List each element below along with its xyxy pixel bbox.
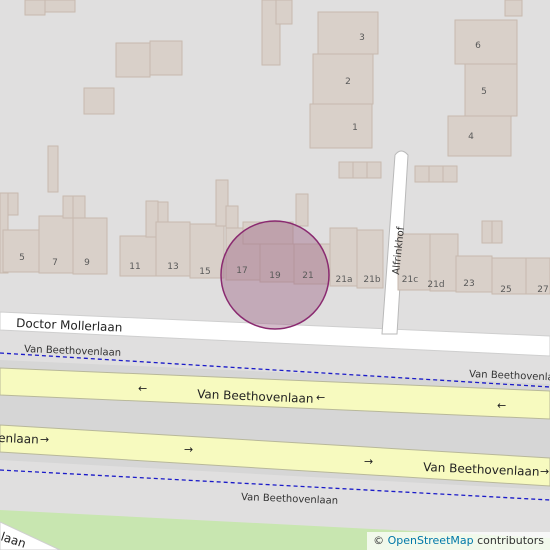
- house-number: 7: [52, 258, 58, 268]
- house-number: 21c: [402, 275, 418, 285]
- building: [47, 145, 59, 193]
- oneway-arrow-right-icon: →: [40, 433, 49, 446]
- house-number: 19: [269, 271, 281, 281]
- street-label-van-beethovenlaan: Van Beethovenlaan: [24, 344, 121, 359]
- building: [149, 40, 183, 76]
- house-number: 4: [468, 132, 474, 142]
- building: [157, 201, 169, 223]
- house-number: 21a: [336, 275, 353, 285]
- building: [428, 165, 444, 183]
- house-number: 5: [481, 87, 487, 97]
- building: [352, 161, 368, 179]
- house-number: 3: [359, 33, 365, 43]
- house-number: 11: [129, 262, 140, 272]
- house-number: 17: [236, 266, 247, 276]
- building: [225, 205, 239, 229]
- building: [464, 63, 518, 117]
- building: [72, 195, 86, 219]
- house-number: 13: [167, 262, 178, 272]
- street-label-van-beethovenlaan: Van Beethovenlaan: [241, 492, 338, 507]
- building: [491, 220, 503, 244]
- building: [62, 195, 74, 219]
- building: [447, 115, 512, 157]
- street-label-van-beethovenlaan-partial: enlaan: [0, 431, 39, 447]
- building: [83, 87, 115, 115]
- building: [312, 53, 374, 105]
- oneway-arrow-left-icon: ←: [316, 391, 325, 404]
- attribution-link[interactable]: OpenStreetMap: [388, 534, 474, 547]
- map-canvas[interactable]: 3 2 1 6 5 4 5 7 9 11 13 15 17 19 21 21a …: [0, 0, 550, 550]
- house-number: 25: [500, 285, 511, 295]
- house-number: 1: [352, 123, 358, 133]
- building: [115, 42, 151, 78]
- house-number: 21: [302, 271, 313, 281]
- house-number: 23: [463, 279, 474, 289]
- attribution-prefix: ©: [373, 534, 388, 547]
- house-number: 15: [199, 267, 210, 277]
- map-svg: 3 2 1 6 5 4 5 7 9 11 13 15 17 19 21 21a …: [0, 0, 550, 550]
- house-number: 21b: [363, 275, 380, 285]
- house-number: 21d: [427, 280, 444, 290]
- building: [366, 161, 382, 179]
- building: [24, 0, 46, 16]
- building: [414, 165, 430, 183]
- building: [275, 0, 293, 25]
- house-number: 2: [345, 77, 351, 87]
- oneway-arrow-right-icon: →: [540, 465, 549, 478]
- house-number: 27: [537, 285, 548, 295]
- attribution-suffix: contributors: [473, 534, 544, 547]
- building: [338, 161, 354, 179]
- oneway-arrow-left-icon: ←: [497, 399, 506, 412]
- building: [7, 192, 19, 216]
- building: [295, 193, 309, 227]
- building: [72, 217, 108, 275]
- map-attribution: © OpenStreetMap contributors: [367, 532, 550, 550]
- oneway-arrow-left-icon: ←: [138, 382, 147, 395]
- building: [504, 0, 523, 17]
- building: [2, 229, 40, 273]
- oneway-arrow-right-icon: →: [364, 455, 373, 468]
- building: [454, 19, 518, 65]
- building: [317, 11, 379, 55]
- house-number: 5: [19, 253, 25, 263]
- house-number: 6: [475, 41, 481, 51]
- building: [44, 0, 76, 13]
- building: [309, 103, 373, 149]
- building: [481, 220, 493, 244]
- building: [442, 165, 458, 183]
- oneway-arrow-right-icon: →: [184, 443, 193, 456]
- house-number: 9: [84, 258, 90, 268]
